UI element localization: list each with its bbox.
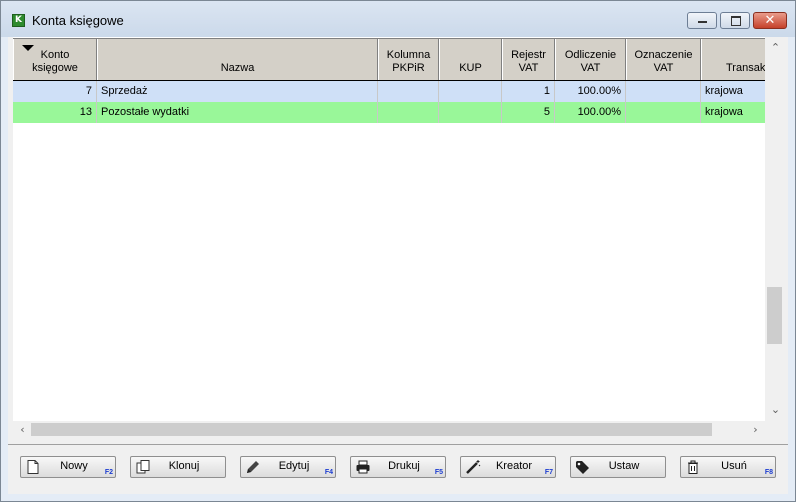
grid-header: Konto księgowe Nazwa Kolumna PKPiR KUP R… (13, 38, 781, 81)
title-bar[interactable]: K Konta księgowe ✕ (1, 1, 795, 37)
maximize-icon (731, 16, 741, 26)
cell-kolumna (378, 102, 439, 123)
close-icon: ✕ (764, 13, 776, 28)
cell-rejestr: 1 (502, 81, 555, 102)
pencil-icon (247, 461, 259, 473)
new-document-icon (27, 460, 39, 474)
scroll-left-icon[interactable]: ‹ (14, 421, 31, 437)
minimize-button[interactable] (687, 12, 717, 29)
cell-konto: 13 (13, 102, 97, 123)
ustaw-button[interactable]: Ustaw (570, 456, 666, 478)
konta-ksiegowe-window: K Konta księgowe ✕ Konto księgowe Nazwa … (0, 0, 796, 502)
cell-kup (439, 102, 502, 123)
client-area: Konto księgowe Nazwa Kolumna PKPiR KUP R… (8, 37, 788, 494)
column-header-kup[interactable]: KUP (439, 39, 502, 80)
cell-oznaczenie (626, 81, 701, 102)
clone-icon (136, 460, 150, 474)
table-row[interactable]: 7 Sprzedaż 1 100.00% krajowa (13, 81, 765, 102)
vertical-scroll-thumb[interactable] (767, 287, 782, 344)
cell-transakcja: krajowa (705, 85, 743, 97)
cell-nazwa: Pozostałe wydatki (97, 102, 378, 123)
cell-kup (439, 81, 502, 102)
scrollbar-corner (765, 421, 786, 437)
tag-icon (576, 461, 589, 474)
column-header-nazwa[interactable]: Nazwa (97, 39, 378, 80)
minimize-icon (698, 21, 707, 23)
scroll-down-icon[interactable]: ⌄ (767, 401, 784, 418)
cell-odliczenie: 100.00% (555, 102, 626, 123)
column-header-oznaczenie-vat[interactable]: Oznaczenie VAT (626, 39, 701, 80)
drukuj-button[interactable]: Drukuj F5 (350, 456, 446, 478)
button-bar: Nowy F2 Klonuj Edytuj F4 Drukuj F5 Kreat… (8, 444, 788, 490)
cell-transakcja: krajowa (705, 106, 743, 118)
cell-rejestr: 5 (502, 102, 555, 123)
column-header-kolumna-pkpir[interactable]: Kolumna PKPiR (378, 39, 439, 80)
printer-icon (356, 460, 370, 474)
window-title: Konta księgowe (32, 13, 124, 28)
column-header-odliczenie-vat[interactable]: Odliczenie VAT (555, 39, 626, 80)
nowy-button[interactable]: Nowy F2 (20, 456, 116, 478)
cell-kolumna (378, 81, 439, 102)
accounts-grid[interactable]: Konto księgowe Nazwa Kolumna PKPiR KUP R… (13, 37, 786, 437)
trash-icon (688, 460, 698, 474)
horizontal-scrollbar[interactable]: ‹ › (13, 421, 765, 437)
edytuj-button[interactable]: Edytuj F4 (240, 456, 336, 478)
magic-wand-icon (466, 460, 481, 474)
vertical-scrollbar[interactable]: ⌃ ⌄ (765, 37, 786, 421)
cell-konto: 7 (13, 81, 97, 102)
cell-odliczenie: 100.00% (555, 81, 626, 102)
kreator-button[interactable]: Kreator F7 (460, 456, 556, 478)
scroll-right-icon[interactable]: › (747, 421, 764, 437)
cell-oznaczenie (626, 102, 701, 123)
table-row[interactable]: 13 Pozostałe wydatki 5 100.00% krajowa (13, 102, 765, 123)
usun-button[interactable]: Usuń F8 (680, 456, 776, 478)
k-app-icon: K (12, 14, 25, 27)
column-header-konto[interactable]: Konto księgowe (13, 39, 97, 80)
scroll-up-icon[interactable]: ⌃ (767, 39, 784, 56)
sort-descending-icon (22, 45, 34, 51)
klonuj-button[interactable]: Klonuj (130, 456, 226, 478)
cell-nazwa: Sprzedaż (97, 81, 378, 102)
close-button[interactable]: ✕ (753, 12, 787, 29)
column-header-rejestr-vat[interactable]: Rejestr VAT (502, 39, 555, 80)
maximize-button[interactable] (720, 12, 750, 29)
horizontal-scroll-thumb[interactable] (31, 423, 712, 436)
